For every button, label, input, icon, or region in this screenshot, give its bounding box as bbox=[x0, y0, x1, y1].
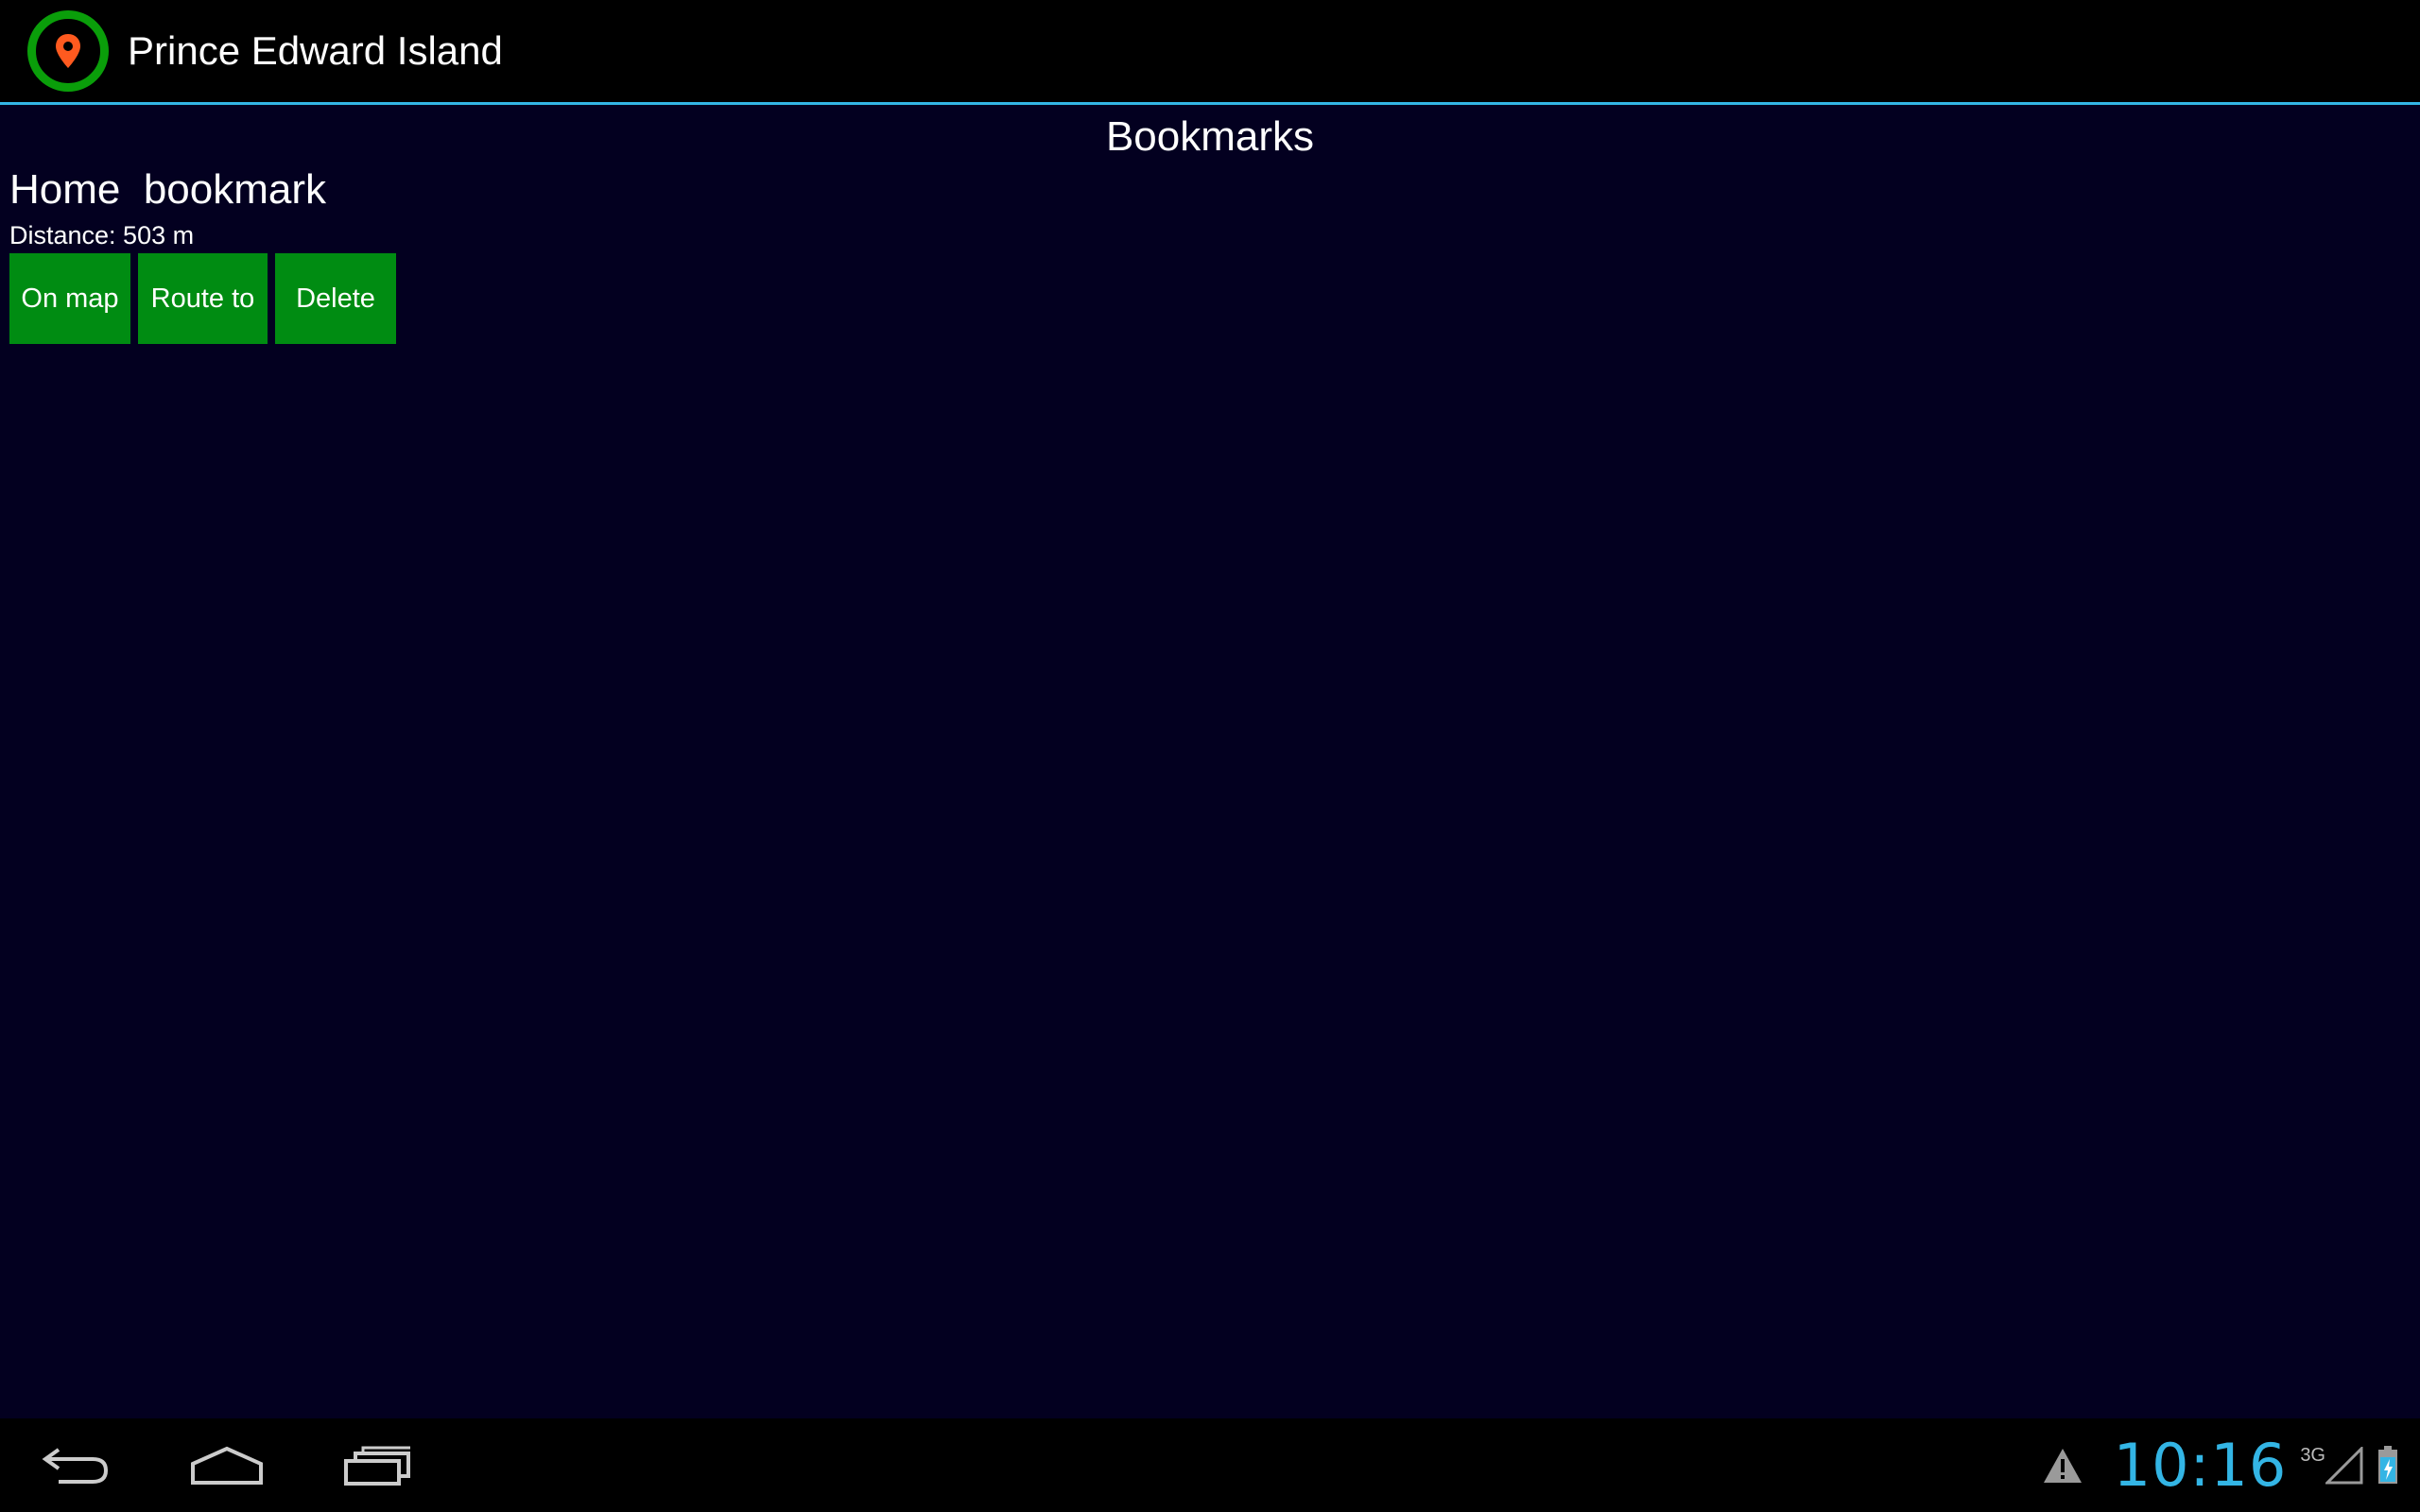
route-to-button[interactable]: Route to bbox=[138, 253, 268, 344]
recents-icon bbox=[344, 1446, 410, 1486]
on-map-button[interactable]: On map bbox=[9, 253, 130, 344]
screen: Prince Edward Island Bookmarks Home book… bbox=[0, 0, 2420, 1512]
home-icon bbox=[191, 1446, 263, 1485]
warning-icon bbox=[2043, 1448, 2082, 1483]
bookmarks-content: Bookmarks Home bookmark Distance: 503 m … bbox=[0, 105, 2420, 1418]
battery-charging-icon bbox=[2378, 1445, 2397, 1484]
network-type: 3G bbox=[2300, 1445, 2325, 1466]
status-area[interactable]: 10:16 3G bbox=[2042, 1418, 2399, 1512]
back-button[interactable] bbox=[28, 1437, 123, 1494]
back-icon bbox=[42, 1448, 109, 1484]
home-button[interactable] bbox=[180, 1437, 274, 1494]
action-bar: Prince Edward Island bbox=[0, 0, 2420, 102]
delete-button[interactable]: Delete bbox=[275, 253, 396, 344]
recents-button[interactable] bbox=[331, 1437, 425, 1494]
bookmark-actions: On map Route to Delete bbox=[9, 253, 396, 344]
page-title: Bookmarks bbox=[1105, 113, 1315, 160]
clock: 10:16 bbox=[2113, 1431, 2288, 1500]
signal-icon bbox=[2325, 1446, 2363, 1484]
app-icon[interactable] bbox=[27, 10, 109, 92]
app-title: Prince Edward Island bbox=[128, 28, 503, 73]
system-nav-bar: 10:16 3G bbox=[0, 1418, 2420, 1512]
bookmark-name: Home bookmark bbox=[9, 166, 327, 213]
bookmark-distance: Distance: 503 m bbox=[9, 221, 195, 249]
map-pin-icon bbox=[56, 34, 80, 68]
